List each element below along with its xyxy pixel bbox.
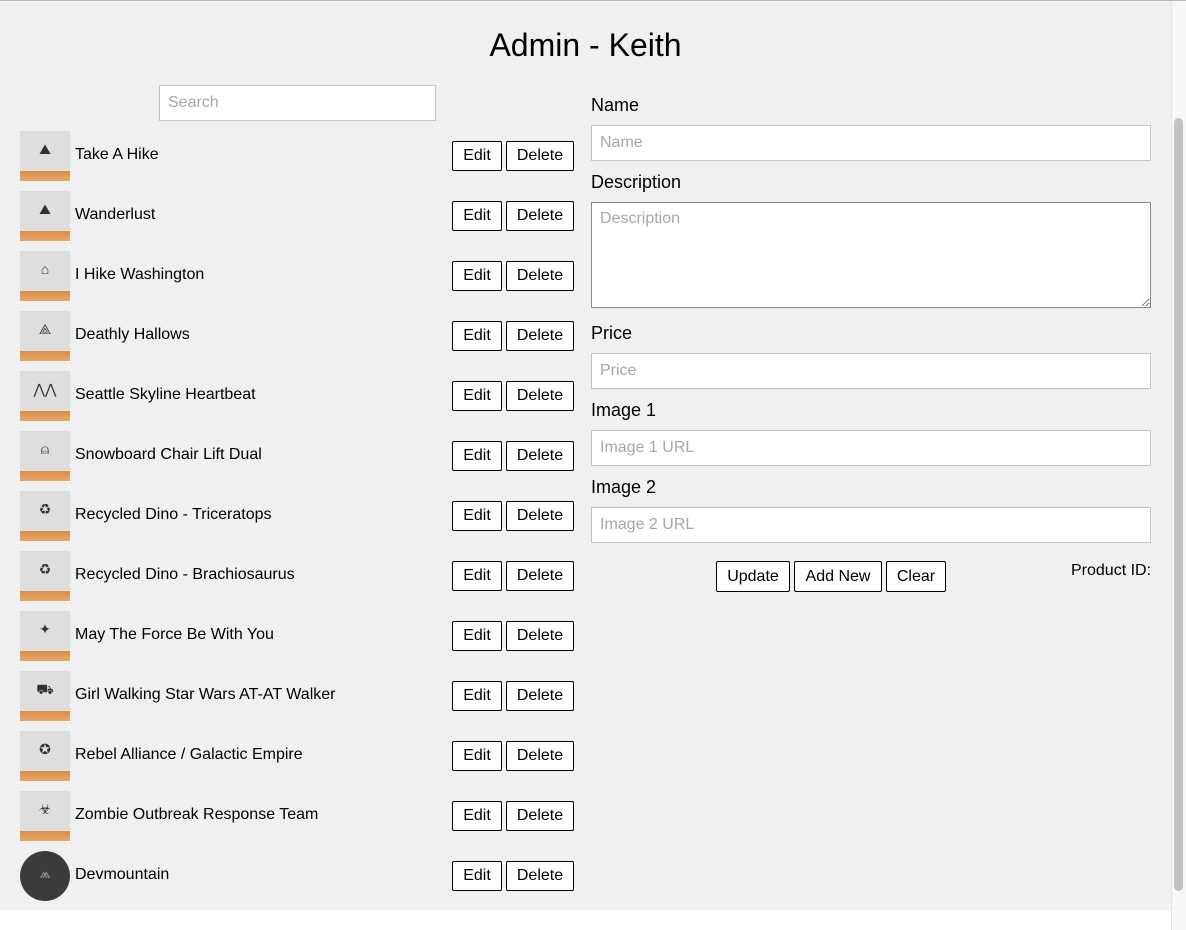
product-row: ⩕ Devmountain Edit Delete xyxy=(20,851,580,911)
delete-button[interactable]: Delete xyxy=(506,561,574,591)
image2-label: Image 2 xyxy=(591,477,657,497)
product-thumbnail: ⋀⋀ xyxy=(20,371,70,421)
product-row: ♻ Recycled Dino - Triceratops Edit Delete xyxy=(20,491,580,551)
delete-button[interactable]: Delete xyxy=(506,681,574,711)
edit-button[interactable]: Edit xyxy=(452,681,502,711)
recycle-icon: ♻ xyxy=(38,501,52,517)
page-title: Admin - Keith xyxy=(489,27,682,63)
image2-url-field[interactable] xyxy=(591,507,1151,543)
product-row: ⍝ Snowboard Chair Lift Dual Edit Delete xyxy=(20,431,580,491)
product-row: ⌂ I Hike Washington Edit Delete xyxy=(20,251,580,311)
delete-button[interactable]: Delete xyxy=(506,141,574,171)
product-id-label: Product ID: xyxy=(1071,562,1152,579)
delete-button[interactable]: Delete xyxy=(506,261,574,291)
clear-button[interactable]: Clear xyxy=(886,561,946,592)
product-name: Recycled Dino - Brachiosaurus xyxy=(75,566,295,583)
product-name: Take A Hike xyxy=(75,146,159,163)
mountain-hike-icon: ⛰ xyxy=(39,141,51,157)
image1-label: Image 1 xyxy=(591,400,657,420)
chairlift-icon: ⍝ xyxy=(40,441,50,457)
description-label: Description xyxy=(591,172,682,192)
delete-button[interactable]: Delete xyxy=(506,741,574,771)
devmountain-logo-icon: ⩕ xyxy=(39,865,51,881)
name-field[interactable] xyxy=(591,125,1151,161)
delete-button[interactable]: Delete xyxy=(506,201,574,231)
product-row: ⛰ Take A Hike Edit Delete xyxy=(20,131,580,191)
hike-icon: ⌂ xyxy=(40,261,50,277)
biohazard-icon: ☣ xyxy=(38,801,52,817)
product-row: ✪ Rebel Alliance / Galactic Empire Edit Del… xyxy=(20,731,580,791)
hallows-icon: ⟁ xyxy=(38,321,52,337)
product-thumbnail: ♻ xyxy=(20,551,70,601)
product-thumbnail: ⛟ xyxy=(20,671,70,721)
product-name: I Hike Washington xyxy=(75,266,205,283)
product-thumbnail: ☣ xyxy=(20,791,70,841)
product-name: May The Force Be With You xyxy=(75,626,274,643)
rebel-icon: ✪ xyxy=(39,741,51,757)
product-name: Recycled Dino - Triceratops xyxy=(75,506,272,523)
edit-button[interactable]: Edit xyxy=(452,561,502,591)
edit-button[interactable]: Edit xyxy=(452,441,502,471)
delete-button[interactable]: Delete xyxy=(506,501,574,531)
delete-button[interactable]: Delete xyxy=(506,861,574,891)
edit-button[interactable]: Edit xyxy=(452,201,502,231)
update-button[interactable]: Update xyxy=(716,561,790,592)
product-row: ♻ Recycled Dino - Brachiosaurus Edit Delete xyxy=(20,551,580,611)
product-name: Snowboard Chair Lift Dual xyxy=(75,446,262,463)
product-thumbnail: ⍝ xyxy=(20,431,70,481)
edit-button[interactable]: Edit xyxy=(452,621,502,651)
image1-url-field[interactable] xyxy=(591,430,1151,466)
product-row: ✦ May The Force Be With You Edit Delete xyxy=(20,611,580,671)
product-thumbnail: ⌂ xyxy=(20,251,70,301)
product-thumbnail: ♻ xyxy=(20,491,70,541)
add-new-button[interactable]: Add New xyxy=(794,561,882,592)
product-name: Wanderlust xyxy=(75,206,156,223)
product-row: ⋀⋀ Seattle Skyline Heartbeat Edit Delete xyxy=(20,371,580,431)
name-label: Name xyxy=(591,95,640,115)
product-row: ⟁ Deathly Hallows Edit Delete xyxy=(20,311,580,371)
product-list: ⛰ Take A Hike Edit Delete ⛰ Wanderlust Edit Del… xyxy=(20,131,580,911)
product-name: Rebel Alliance / Galactic Empire xyxy=(75,746,303,763)
delete-button[interactable]: Delete xyxy=(506,621,574,651)
delete-button[interactable]: Delete xyxy=(506,321,574,351)
product-thumbnail: ✦ xyxy=(20,611,70,661)
mountain-icon: ⛰ xyxy=(39,201,51,217)
product-name: Seattle Skyline Heartbeat xyxy=(75,386,256,403)
price-field[interactable] xyxy=(591,353,1151,389)
product-name: Devmountain xyxy=(75,866,170,883)
price-label: Price xyxy=(591,323,633,343)
delete-button[interactable]: Delete xyxy=(506,441,574,471)
delete-button[interactable]: Delete xyxy=(506,381,574,411)
edit-button[interactable]: Edit xyxy=(452,261,502,291)
product-row: ☣ Zombie Outbreak Response Team Edit Delete xyxy=(20,791,580,851)
product-name: Girl Walking Star Wars AT-AT Walker xyxy=(75,686,336,703)
edit-button[interactable]: Edit xyxy=(452,501,502,531)
admin-page: Admin - Keith ⛰Take A HikeEditDelete⛰Wan… xyxy=(0,1,1171,910)
edit-button[interactable]: Edit xyxy=(452,321,502,351)
product-thumbnail: ⛰ xyxy=(20,131,70,181)
atat-icon: ⛟ xyxy=(36,681,54,697)
product-thumbnail: ⛰ xyxy=(20,191,70,241)
force-icon: ✦ xyxy=(39,621,51,637)
skyline-icon: ⋀⋀ xyxy=(33,381,57,397)
product-thumbnail: ✪ xyxy=(20,731,70,781)
search-input[interactable] xyxy=(159,85,436,121)
product-name: Zombie Outbreak Response Team xyxy=(75,806,319,823)
edit-button[interactable]: Edit xyxy=(452,381,502,411)
delete-button[interactable]: Delete xyxy=(506,801,574,831)
scrollbar-thumb[interactable] xyxy=(1174,118,1183,891)
edit-button[interactable]: Edit xyxy=(452,801,502,831)
edit-button[interactable]: Edit xyxy=(452,141,502,171)
edit-button[interactable]: Edit xyxy=(452,741,502,771)
product-row: ⛰ Wanderlust Edit Delete xyxy=(20,191,580,251)
product-row: ⛟ Girl Walking Star Wars AT-AT Walker Edit… xyxy=(20,671,580,731)
description-field[interactable] xyxy=(591,202,1151,308)
recycle-icon: ♻ xyxy=(38,561,52,577)
product-thumbnail: ⩕ xyxy=(20,851,70,901)
product-thumbnail: ⟁ xyxy=(20,311,70,361)
edit-button[interactable]: Edit xyxy=(452,861,502,891)
product-name: Deathly Hallows xyxy=(75,326,190,343)
